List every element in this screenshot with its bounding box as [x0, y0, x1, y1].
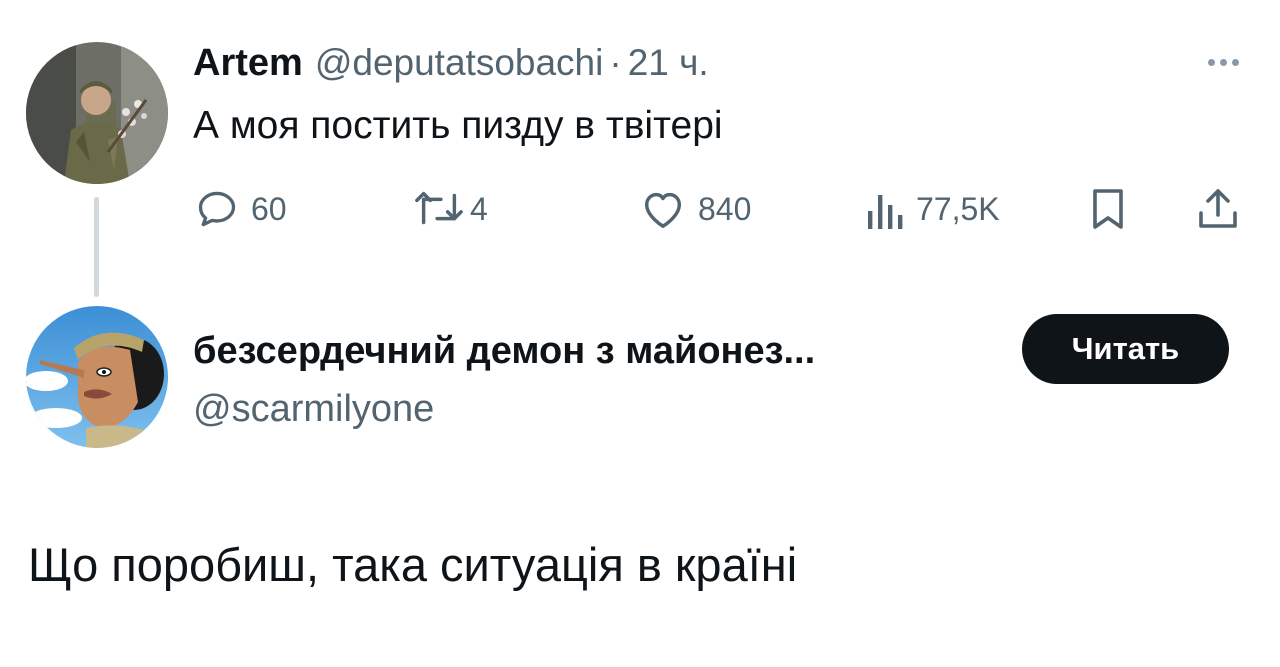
share-icon — [1199, 189, 1237, 228]
retweet-icon — [415, 191, 463, 225]
tweet-timestamp[interactable]: 21 ч. — [628, 42, 709, 84]
author-handle[interactable]: @deputatsobachi — [315, 42, 604, 84]
bookmark-button[interactable] — [1088, 186, 1128, 232]
views-count: 77,5K — [916, 190, 1000, 227]
reply-button[interactable]: 60 — [195, 186, 287, 232]
retweet-button[interactable]: 4 — [414, 186, 488, 232]
reply-display-name[interactable]: безсердечний демон з майонез... — [193, 330, 815, 373]
tweet-header: Artem @deputatsobachi · 21 ч. — [193, 42, 709, 92]
retweet-count: 4 — [470, 190, 488, 227]
like-count: 840 — [698, 190, 752, 227]
heart-icon — [644, 192, 682, 228]
reply-text: Що поробиш, така ситуація в країні — [28, 538, 798, 591]
follow-button[interactable]: Читать — [1022, 314, 1229, 384]
reply-handle[interactable]: @scarmilyone — [193, 388, 434, 431]
reply-icon — [198, 191, 236, 227]
views-button[interactable]: 77,5K — [864, 186, 1000, 232]
bookmark-icon — [1093, 189, 1123, 229]
tweet-actions-bar: 60 4 840 77,5K — [0, 186, 1280, 232]
views-chart-icon — [868, 195, 903, 229]
avatar-artem[interactable] — [26, 42, 168, 184]
reply-count: 60 — [251, 190, 287, 227]
tweet-text: А моя постить пизду в твітері — [193, 104, 723, 147]
share-button[interactable] — [1196, 186, 1240, 232]
more-options-icon[interactable] — [1208, 54, 1248, 70]
author-name[interactable]: Artem — [193, 42, 303, 85]
separator-dot: · — [609, 42, 622, 83]
avatar-scarmilyone[interactable] — [26, 306, 168, 448]
like-button[interactable]: 840 — [640, 186, 751, 232]
